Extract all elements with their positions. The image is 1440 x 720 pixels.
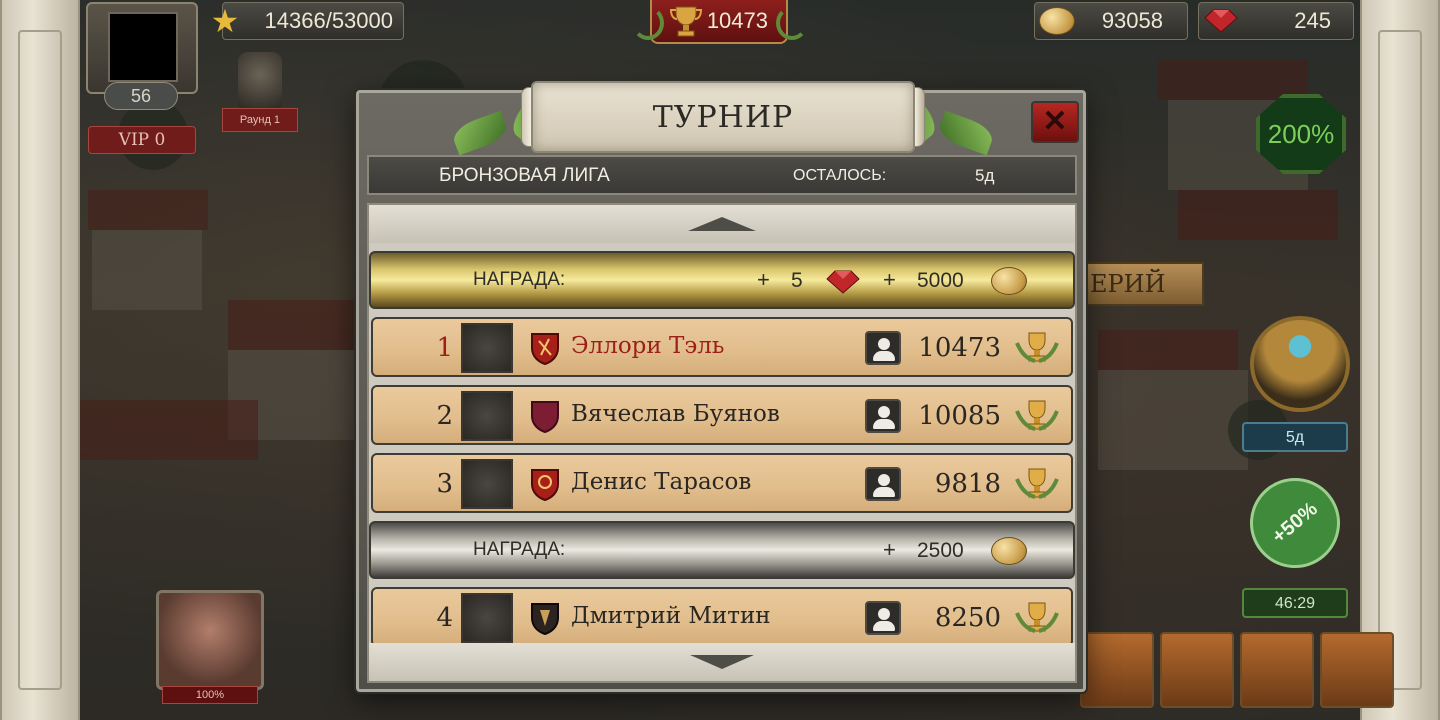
hero-tile[interactable] [1320, 632, 1394, 708]
xp-value: 14366/53000 [264, 8, 393, 33]
player-rank: 1 [436, 333, 453, 363]
plus-sign: + [757, 267, 770, 292]
clan-emblem-icon [531, 401, 559, 433]
user-icon [878, 474, 890, 486]
league-name: БРОНЗОВАЯ ЛИГА [439, 165, 610, 186]
plus-sign: + [883, 537, 896, 562]
close-icon: ✕ [1042, 105, 1068, 138]
coin-icon [991, 267, 1027, 295]
leaf-left-icon [449, 110, 511, 156]
player-avatar[interactable] [86, 2, 198, 94]
hero-tile[interactable] [1240, 632, 1314, 708]
player-score: 9818 [934, 469, 1001, 499]
coin-value: 93058 [1101, 8, 1163, 33]
player-rank: 2 [436, 401, 453, 431]
clan-emblem-icon [531, 469, 559, 501]
leaderboard-list[interactable]: НАГРАДА: + 5 + 5000 1 Эллори Тэль 10473 [367, 203, 1077, 683]
reward-row-gold: НАГРАДА: + 5 + 5000 [369, 251, 1075, 309]
trophy-icon [1015, 468, 1059, 499]
leaf-right-icon [935, 110, 997, 156]
clan-emblem-icon [531, 603, 559, 635]
leaderboard-row[interactable]: 4 Дмитрий Митин 8250 [371, 587, 1073, 647]
player-score: 10473 [918, 333, 1001, 363]
player-score: 10085 [918, 401, 1001, 431]
remaining-label: ОСТАЛОСЬ: [793, 167, 887, 184]
user-icon [878, 406, 890, 418]
boss-hp: 100% [162, 686, 258, 704]
stone-pillar-left [0, 0, 80, 720]
scarab-icon[interactable] [1250, 316, 1350, 412]
coin-counter[interactable]: 93058 [1034, 2, 1188, 40]
hero-tiles [1080, 632, 1394, 708]
gem-counter[interactable]: 245 [1198, 2, 1354, 40]
leaderboard-row[interactable]: 2 Вячеслав Буянов 10085 [371, 385, 1073, 445]
player-name: Денис Тарасов [571, 469, 752, 495]
reward-gems: 5 [791, 269, 803, 292]
star-icon: ★ [210, 2, 240, 40]
round-badge[interactable]: Раунд 1 [222, 52, 298, 136]
tournament-dialog: ТУРНИР ✕ БРОНЗОВАЯ ЛИГА ОСТАЛОСЬ: 5д НАГ… [356, 81, 1086, 692]
coin-icon [1039, 7, 1075, 35]
clan-emblem-icon [531, 333, 559, 365]
player-name: Вячеслав Буянов [571, 401, 780, 427]
trophy-icon [1015, 332, 1059, 363]
league-header: БРОНЗОВАЯ ЛИГА ОСТАЛОСЬ: 5д [367, 155, 1077, 195]
trophy-icon [1015, 602, 1059, 633]
stone-pillar-right [1360, 0, 1440, 720]
trophy-value: 10473 [706, 8, 768, 33]
player-rank: 4 [436, 603, 453, 633]
player-name: Эллори Тэль [571, 333, 725, 359]
coin-icon [991, 537, 1027, 565]
building-ribbon[interactable]: ЕРИЙ [1074, 262, 1204, 306]
offer-timer: 46:29 [1242, 588, 1348, 618]
leaderboard-row[interactable]: 3 Денис Тарасов 9818 [371, 453, 1073, 513]
player-photo [461, 593, 513, 643]
trophy-counter: 10473 [650, 0, 788, 44]
reward-row-silver: НАГРАДА: + 2500 [369, 521, 1075, 579]
gem-icon [1204, 9, 1238, 33]
xp-bar: 14366/53000 [222, 2, 404, 40]
player-photo [461, 323, 513, 373]
boss-portrait[interactable] [156, 590, 264, 690]
event-timer: 5д [1242, 422, 1348, 452]
player-photo [461, 459, 513, 509]
reward-coins: 2500 [917, 539, 964, 562]
user-icon [878, 608, 890, 620]
player-score: 8250 [934, 603, 1001, 633]
hero-tile[interactable] [1160, 632, 1234, 708]
dialog-title: ТУРНИР [531, 81, 915, 153]
hero-tile[interactable] [1080, 632, 1154, 708]
player-photo [461, 391, 513, 441]
player-level: 56 [104, 82, 178, 110]
bonus-badge[interactable]: 200% [1256, 94, 1346, 174]
profile-button[interactable] [865, 399, 901, 433]
scroll-down-button[interactable] [369, 643, 1075, 681]
round-label: Раунд 1 [222, 108, 298, 132]
arrow-up-icon [688, 217, 756, 231]
reward-label: НАГРАДА: [473, 269, 566, 290]
profile-button[interactable] [865, 601, 901, 635]
trophy-icon [670, 6, 702, 37]
trophy-icon [1015, 400, 1059, 431]
profile-button[interactable] [865, 331, 901, 365]
gem-icon [826, 270, 860, 294]
user-icon [878, 338, 890, 350]
gem-value: 245 [1294, 8, 1331, 33]
vip-badge[interactable]: VIP 0 [88, 126, 196, 154]
helmet-icon [238, 52, 282, 108]
reward-label: НАГРАДА: [473, 539, 566, 560]
arrow-down-icon [690, 655, 754, 669]
plus-sign: + [883, 267, 896, 292]
scroll-up-button[interactable] [369, 205, 1075, 243]
laurel-right-icon [776, 6, 808, 40]
laurel-left-icon [632, 6, 664, 40]
remaining-value: 5д [975, 166, 995, 185]
reward-coins: 5000 [917, 269, 964, 292]
close-button[interactable]: ✕ [1031, 101, 1079, 143]
player-rank: 3 [436, 469, 453, 499]
leaderboard-row[interactable]: 1 Эллори Тэль 10473 [371, 317, 1073, 377]
player-name: Дмитрий Митин [571, 603, 771, 629]
profile-button[interactable] [865, 467, 901, 501]
